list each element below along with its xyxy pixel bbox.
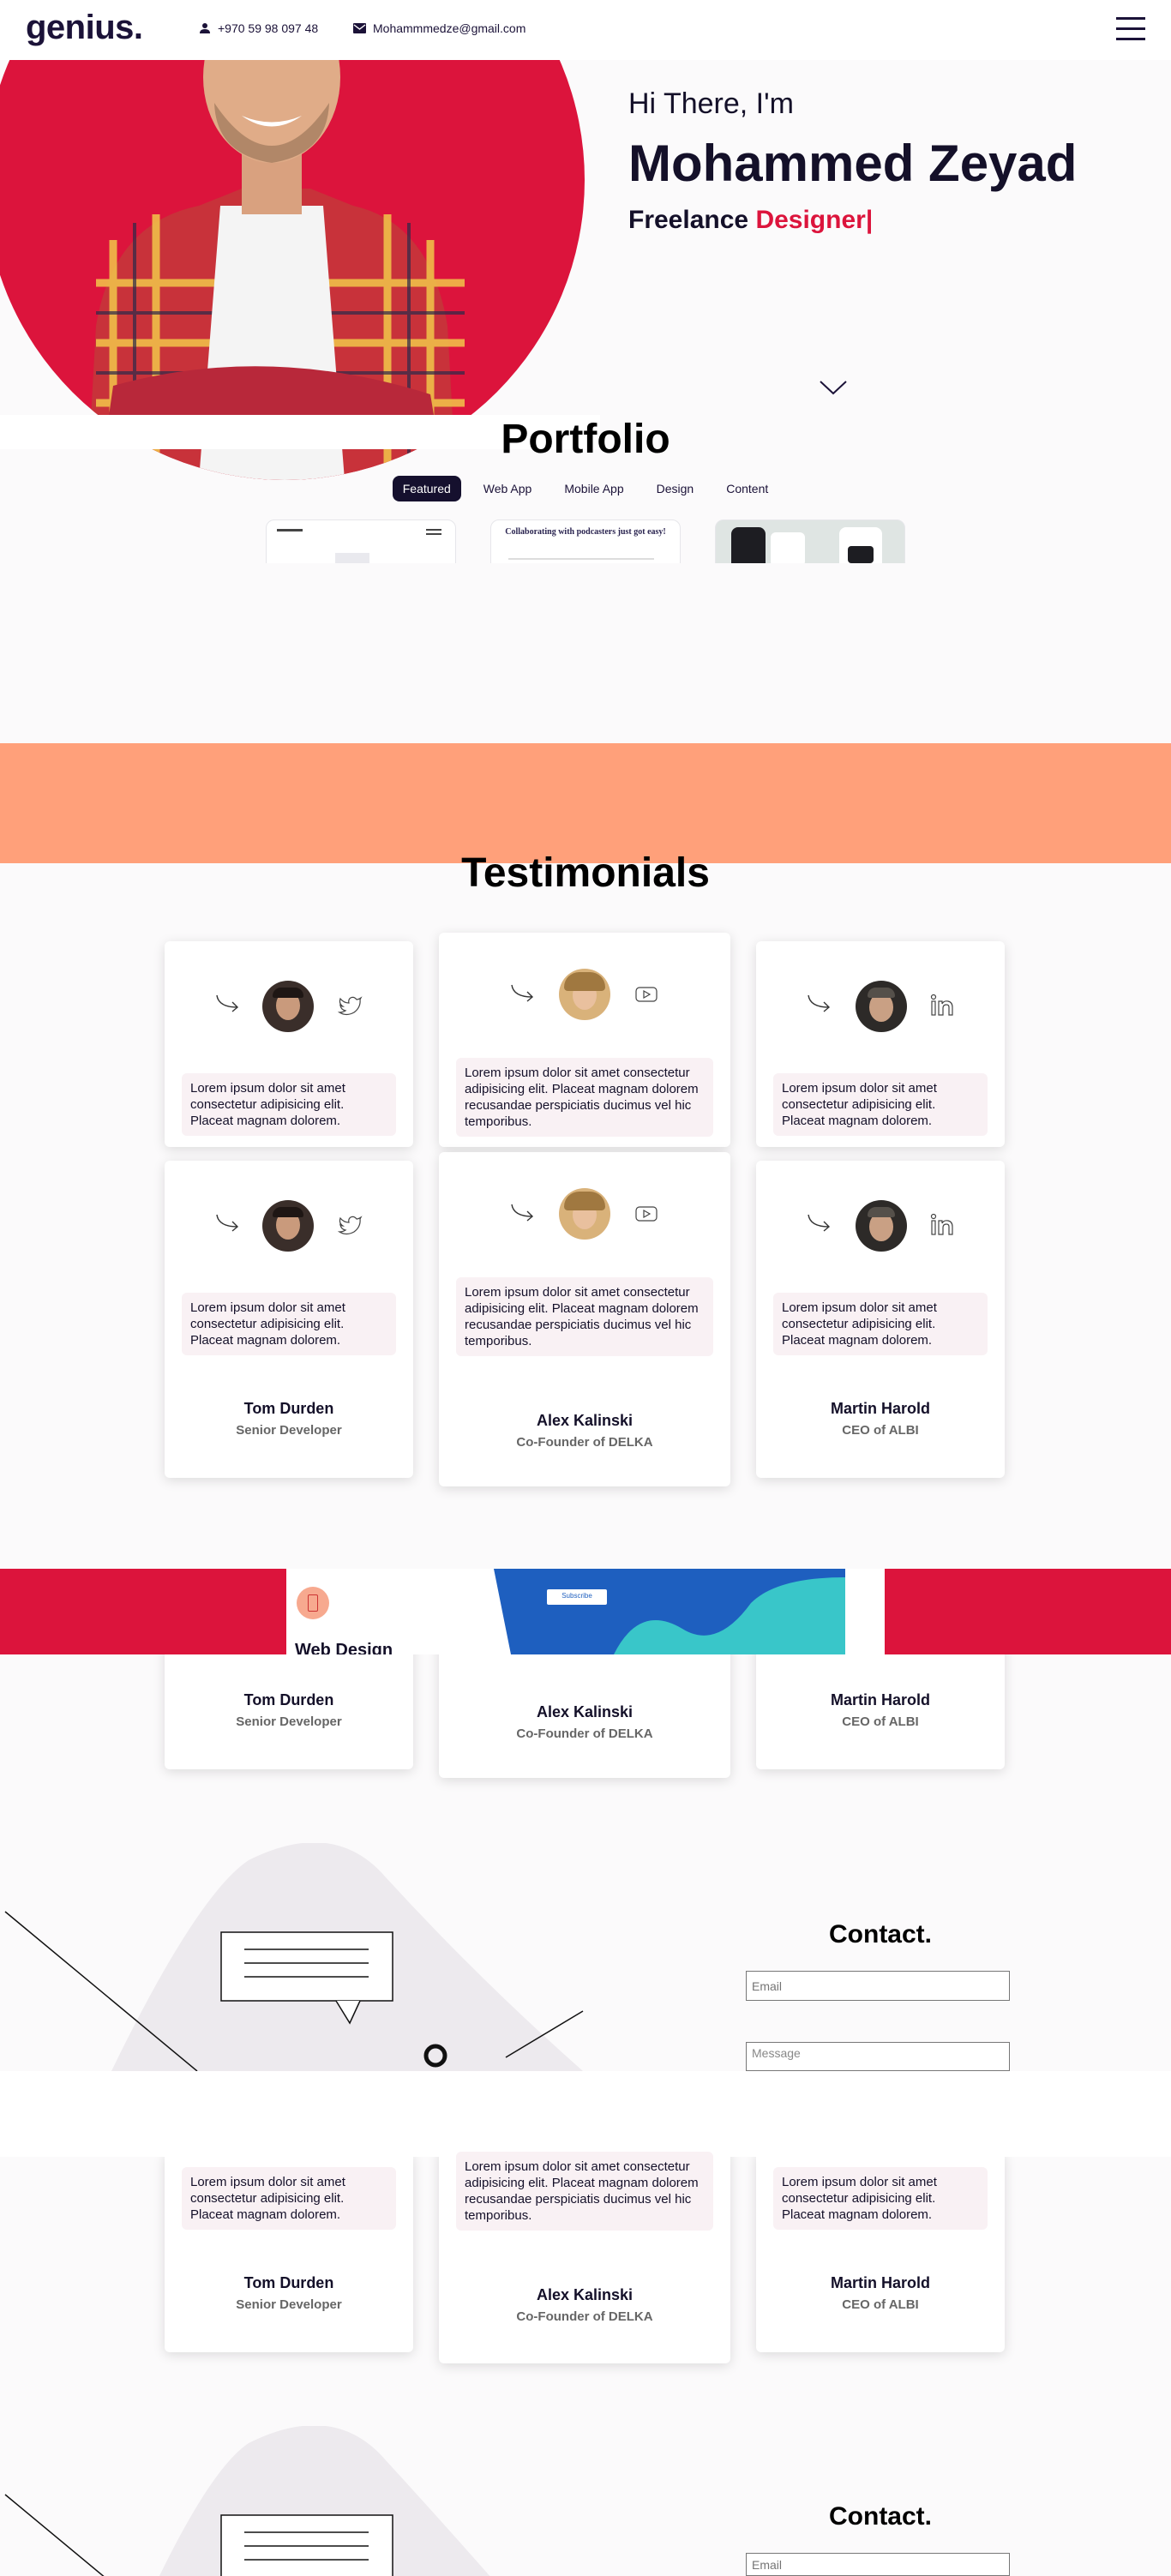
avatar bbox=[856, 981, 907, 1032]
portfolio-blank bbox=[257, 563, 926, 743]
person-photo bbox=[87, 0, 465, 480]
testimonial-quote: Lorem ipsum dolor sit amet consectetur a… bbox=[773, 1073, 988, 1136]
arrow-icon bbox=[808, 1214, 831, 1232]
red-band-left bbox=[0, 1569, 286, 1654]
chevron-down-icon[interactable] bbox=[818, 377, 849, 398]
testimonial-name: Alex Kalinski bbox=[536, 1703, 634, 1720]
tab-design[interactable]: Design bbox=[646, 476, 705, 501]
hero-role: Freelance Designer| bbox=[628, 206, 873, 235]
testimonial-quote: Lorem ipsum dolor sit amet consectetur a… bbox=[773, 1293, 988, 1355]
arrow-icon bbox=[808, 994, 831, 1012]
tab-web-app[interactable]: Web App bbox=[473, 476, 543, 501]
hero-portrait bbox=[0, 0, 585, 480]
work-label: Web Design bbox=[295, 1641, 393, 1654]
contact-graphic bbox=[4, 1843, 584, 2071]
phone-text: +970 59 98 097 48 bbox=[218, 21, 319, 35]
work-preview[interactable]: Subscribe bbox=[494, 1569, 845, 1654]
testimonial-name: Martin Harold bbox=[830, 1400, 930, 1417]
contact-graphic bbox=[4, 2426, 490, 2576]
testimonial-name: Tom Durden bbox=[243, 1400, 334, 1417]
linkedin-icon[interactable] bbox=[929, 1212, 955, 1236]
arrow-icon bbox=[511, 1204, 534, 1222]
testimonial-role: Senior Developer bbox=[236, 1714, 342, 1729]
testimonial-quote: Lorem ipsum dolor sit amet consectetur a… bbox=[182, 1293, 396, 1355]
role-accent: Designer| bbox=[755, 206, 874, 234]
role-prefix: Freelance bbox=[628, 206, 749, 234]
twitter-icon[interactable] bbox=[338, 1214, 363, 1236]
testimonial-name: Martin Harold bbox=[830, 2274, 930, 2291]
testimonial-quote: Lorem ipsum dolor sit amet consectetur a… bbox=[456, 2152, 713, 2231]
card-2-heading: Collaborating with podcasters just got e… bbox=[505, 527, 666, 537]
testimonial-quote: Lorem ipsum dolor sit amet consectetur a… bbox=[182, 1073, 396, 1136]
menu-icon[interactable] bbox=[1116, 17, 1145, 41]
tab-content[interactable]: Content bbox=[716, 476, 778, 501]
email-field[interactable] bbox=[746, 2553, 1010, 2576]
mail-icon bbox=[353, 23, 366, 33]
contact-title: Contact. bbox=[829, 2502, 932, 2531]
contact-illustration bbox=[0, 1843, 617, 2071]
testimonial-name: Martin Harold bbox=[830, 1691, 930, 1708]
twitter-icon[interactable] bbox=[338, 994, 363, 1017]
header-email[interactable]: Mohammmedze@gmail.com bbox=[353, 21, 525, 35]
email-field[interactable] bbox=[746, 1971, 1010, 2001]
email-text: Mohammmedze@gmail.com bbox=[373, 21, 526, 35]
testimonial-quote: Lorem ipsum dolor sit amet consectetur a… bbox=[182, 2167, 396, 2230]
avatar bbox=[856, 1200, 907, 1252]
testimonials-title: Testimonials bbox=[461, 850, 710, 892]
site-header: genius. +970 59 98 097 48 Mohammmedze@gm… bbox=[0, 0, 1171, 60]
tab-featured[interactable]: Featured bbox=[392, 476, 461, 501]
phone-icon bbox=[297, 1587, 329, 1619]
person-icon bbox=[200, 23, 210, 33]
testimonial-role: Co-Founder of DELKA bbox=[516, 2309, 653, 2324]
testimonial-role: CEO of ALBI bbox=[842, 1714, 919, 1729]
hero-name: Mohammed Zeyad bbox=[628, 135, 1078, 192]
testimonial-role: Co-Founder of DELKA bbox=[516, 1726, 653, 1741]
testimonial-role: Co-Founder of DELKA bbox=[516, 1435, 653, 1450]
red-band-right bbox=[885, 1569, 1171, 1654]
message-field[interactable]: Message bbox=[746, 2042, 1010, 2071]
testimonial-quote: Lorem ipsum dolor sit amet consectetur a… bbox=[773, 2167, 988, 2230]
portfolio-title: Portfolio bbox=[501, 417, 670, 462]
contact-illustration bbox=[0, 2426, 617, 2576]
testimonial-name: Alex Kalinski bbox=[536, 1412, 634, 1429]
logo[interactable]: genius. bbox=[26, 9, 143, 47]
testimonial-role: Senior Developer bbox=[236, 1423, 342, 1438]
testimonial-name: Tom Durden bbox=[243, 1691, 334, 1708]
arrow-icon bbox=[216, 1214, 239, 1232]
arrow-icon bbox=[216, 994, 239, 1012]
youtube-icon[interactable] bbox=[634, 984, 658, 1005]
hero-greeting: Hi There, I'm bbox=[628, 87, 794, 120]
avatar bbox=[559, 969, 610, 1020]
testimonial-quote: Lorem ipsum dolor sit amet consectetur a… bbox=[456, 1058, 713, 1137]
arrow-icon bbox=[511, 984, 534, 1002]
testimonial-quote: Lorem ipsum dolor sit amet consectetur a… bbox=[456, 1277, 713, 1356]
avatar bbox=[262, 981, 314, 1032]
portfolio-card-1[interactable] bbox=[266, 519, 456, 564]
testimonial-name: Tom Durden bbox=[243, 2274, 334, 2291]
testimonial-role: CEO of ALBI bbox=[842, 1423, 919, 1438]
section-gap bbox=[0, 2071, 1171, 2157]
preview-button: Subscribe bbox=[561, 1592, 592, 1600]
avatar bbox=[262, 1200, 314, 1252]
testimonial-role: Senior Developer bbox=[236, 2297, 342, 2312]
linkedin-icon[interactable] bbox=[929, 993, 955, 1017]
header-phone[interactable]: +970 59 98 097 48 bbox=[199, 21, 318, 35]
portfolio-card-2[interactable]: Collaborating with podcasters just got e… bbox=[490, 519, 681, 564]
portfolio-card-3[interactable] bbox=[715, 519, 905, 564]
youtube-icon[interactable] bbox=[634, 1204, 658, 1224]
preview-illustration bbox=[494, 1569, 845, 1654]
contact-title: Contact. bbox=[829, 1920, 932, 1949]
tab-mobile-app[interactable]: Mobile App bbox=[554, 476, 634, 501]
portfolio-tabs: Featured Web App Mobile App Design Conte… bbox=[0, 476, 1171, 501]
avatar bbox=[559, 1188, 610, 1240]
testimonial-name: Alex Kalinski bbox=[536, 2286, 634, 2303]
testimonial-role: CEO of ALBI bbox=[842, 2297, 919, 2312]
